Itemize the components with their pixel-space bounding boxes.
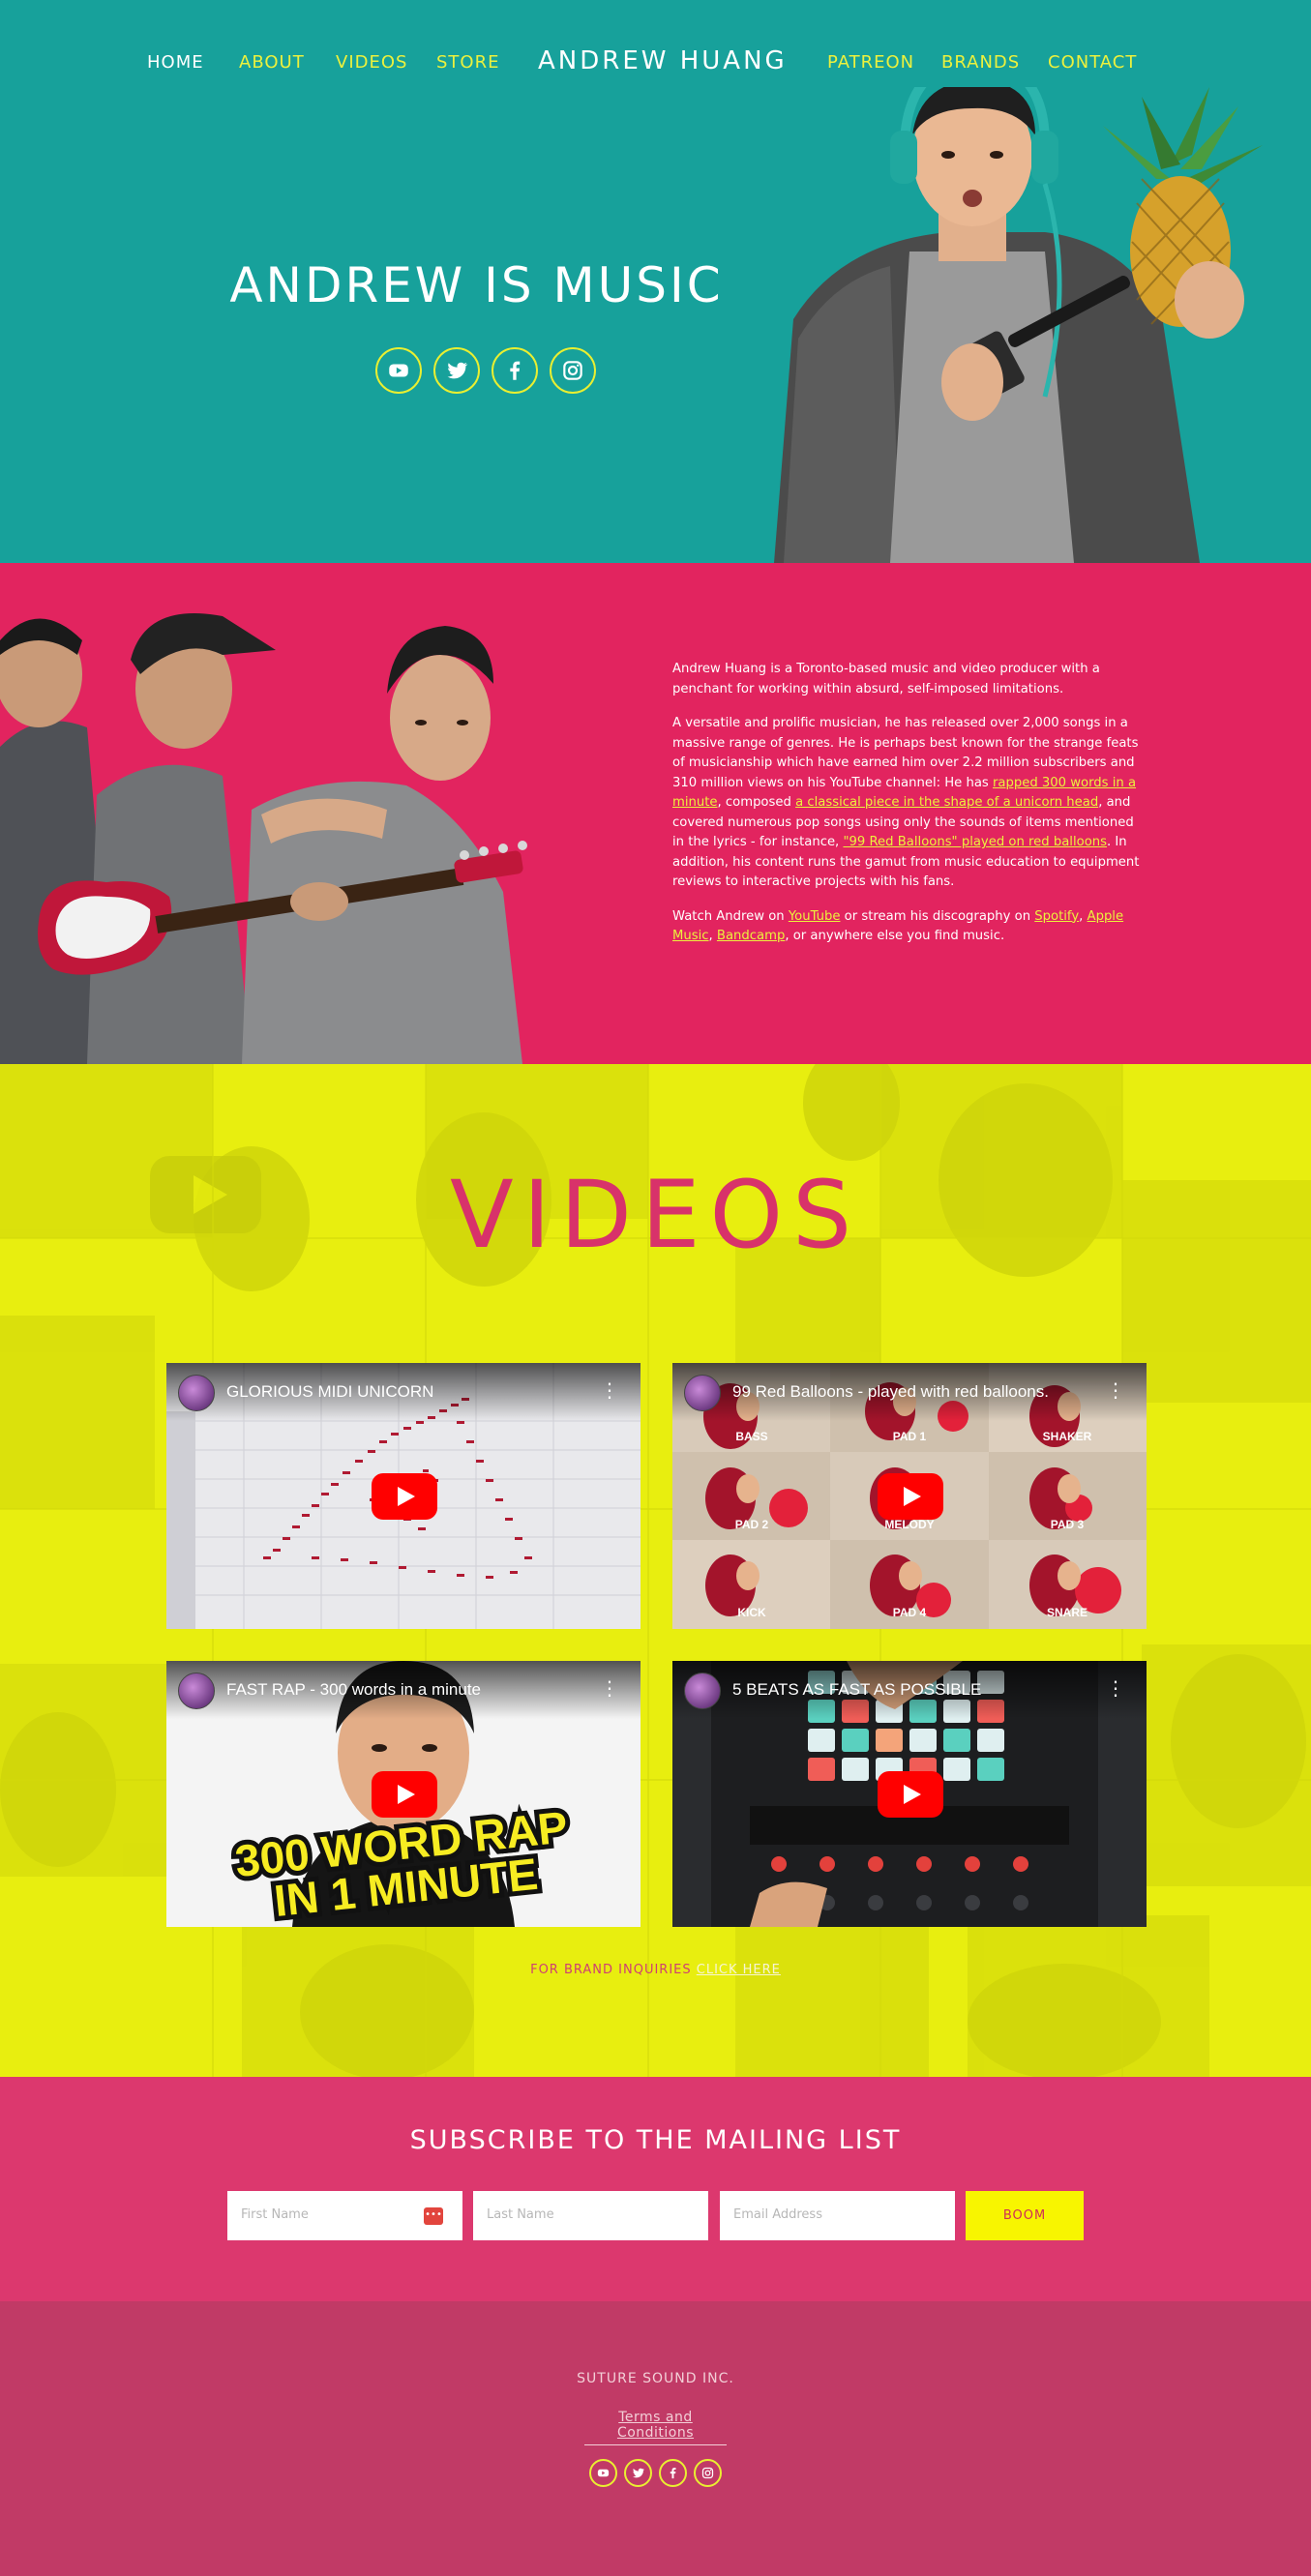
nav-store[interactable]: STORE [436,52,499,73]
bio-text: or stream his discography on [840,908,1035,924]
bio-text: Watch Andrew on [672,908,789,924]
nav-contact[interactable]: CONTACT [1048,52,1137,73]
instagram-icon[interactable] [550,347,596,394]
video-title[interactable]: GLORIOUS MIDI UNICORN [226,1382,433,1402]
channel-avatar[interactable] [178,1673,215,1709]
last-name-field[interactable]: Last Name [473,2191,708,2240]
channel-avatar[interactable] [684,1375,721,1411]
about-section: Andrew Huang is a Toronto-based music an… [0,563,1311,1064]
link-bandcamp[interactable]: Bandcamp [717,929,785,943]
link-youtube[interactable]: YouTube [789,909,841,924]
balloon-label: PAD 2 [735,1518,769,1531]
balloon-label: PAD 1 [893,1430,927,1443]
play-button-icon[interactable] [878,1473,943,1520]
facebook-icon[interactable] [492,347,538,394]
nav-brands[interactable]: BRANDS [941,52,1020,73]
terms-link[interactable]: Terms and Conditions [584,2410,727,2445]
company-name: SUTURE SOUND INC. [577,2371,734,2386]
balloon-label: BASS [735,1430,767,1443]
balloon-label: PAD 3 [1051,1518,1085,1531]
balloon-label: KICK [737,1606,766,1619]
subscribe-button[interactable]: BOOM [966,2191,1084,2240]
pineapple-leaves [1103,87,1263,184]
video-title[interactable]: 99 Red Balloons - played with red balloo… [732,1382,1049,1402]
email-placeholder: Email Address [733,2207,822,2222]
twitter-icon[interactable] [624,2459,652,2487]
link-unicorn-piece[interactable]: a classical piece in the shape of a unic… [795,795,1098,810]
balloon-label: SNARE [1047,1606,1088,1619]
last-name-placeholder: Last Name [487,2207,554,2222]
nav-home[interactable]: HOME [147,52,204,73]
password-manager-icon[interactable]: ••• [424,2207,443,2225]
about-bio: Andrew Huang is a Toronto-based music an… [672,660,1147,962]
footer-social-links [589,2459,722,2487]
nav-about[interactable]: ABOUT [239,52,305,73]
bio-text: , or anywhere else you find music. [785,929,1005,943]
bio-paragraph-3: Watch Andrew on YouTube or stream his di… [672,907,1147,947]
channel-avatar[interactable] [178,1375,215,1411]
bio-text: , [708,929,717,943]
footer: SUTURE SOUND INC. Terms and Conditions [0,2301,1311,2576]
link-99-red-balloons[interactable]: "99 Red Balloons" played on red balloons [843,835,1107,849]
twitter-icon[interactable] [433,347,480,394]
youtube-icon[interactable] [375,347,422,394]
hero-section: HOME ABOUT VIDEOS STORE PATREON BRANDS C… [0,0,1311,563]
about-photo [0,613,527,1064]
play-button-icon[interactable] [372,1473,437,1520]
video-embed-fast-rap[interactable]: 300 WORD RAP 300 WORD RAP IN 1 MINUTE IN… [166,1661,641,1927]
brand-inquiries: FOR BRAND INQUIRIES CLICK HERE [0,1963,1311,1977]
video-title[interactable]: 5 BEATS AS FAST AS POSSIBLE [732,1680,981,1700]
mailing-list-title: SUBSCRIBE TO THE MAILING LIST [409,2125,902,2155]
video-embed-5-beats[interactable]: 5 BEATS AS FAST AS POSSIBLE ⋮ [672,1661,1147,1927]
brand-inquiries-link[interactable]: CLICK HERE [697,1963,781,1977]
balloon-label: SHAKER [1043,1430,1092,1443]
video-embed-midi-unicorn[interactable]: GLORIOUS MIDI UNICORN ⋮ [166,1363,641,1629]
bio-paragraph-1: Andrew Huang is a Toronto-based music an… [672,662,1100,696]
hero-photo [774,87,1263,563]
more-options-icon[interactable]: ⋮ [600,1676,619,1700]
videos-section: VIDEOS GLORIOUS MIDI UNICORN ⋮ BASS PAD … [0,1064,1311,2077]
bio-text: , composed [717,795,796,810]
channel-avatar[interactable] [684,1673,721,1709]
bio-text: , [1079,908,1088,924]
brand-inquiries-label: FOR BRAND INQUIRIES [530,1963,697,1977]
first-name-field[interactable]: First Name ••• [227,2191,462,2240]
more-options-icon[interactable]: ⋮ [600,1378,619,1402]
video-embed-99-red-balloons[interactable]: BASS PAD 1 SHAKER PAD 2 MELODY PAD 3 KIC… [672,1363,1147,1629]
nav-videos[interactable]: VIDEOS [336,52,407,73]
play-button-icon[interactable] [372,1771,437,1818]
play-button-icon[interactable] [878,1771,943,1818]
videos-heading: VIDEOS [449,1161,862,1269]
nav-patreon[interactable]: PATREON [827,52,914,73]
email-field[interactable]: Email Address [720,2191,955,2240]
link-spotify[interactable]: Spotify [1034,909,1079,924]
hero-social-links [375,347,596,394]
hero-title: ANDREW IS MUSIC [229,257,724,313]
instagram-icon[interactable] [694,2459,722,2487]
balloon-label: MELODY [884,1518,934,1531]
first-name-placeholder: First Name [241,2207,309,2222]
youtube-icon[interactable] [589,2459,617,2487]
mailing-list-section: SUBSCRIBE TO THE MAILING LIST First Name… [0,2077,1311,2301]
more-options-icon[interactable]: ⋮ [1106,1378,1125,1402]
balloon-label: PAD 4 [893,1606,927,1619]
facebook-icon[interactable] [659,2459,687,2487]
bio-paragraph-2: A versatile and prolific musician, he ha… [672,714,1147,893]
video-title[interactable]: FAST RAP - 300 words in a minute [226,1680,481,1700]
site-logo[interactable]: ANDREW HUANG [538,46,788,75]
more-options-icon[interactable]: ⋮ [1106,1676,1125,1700]
